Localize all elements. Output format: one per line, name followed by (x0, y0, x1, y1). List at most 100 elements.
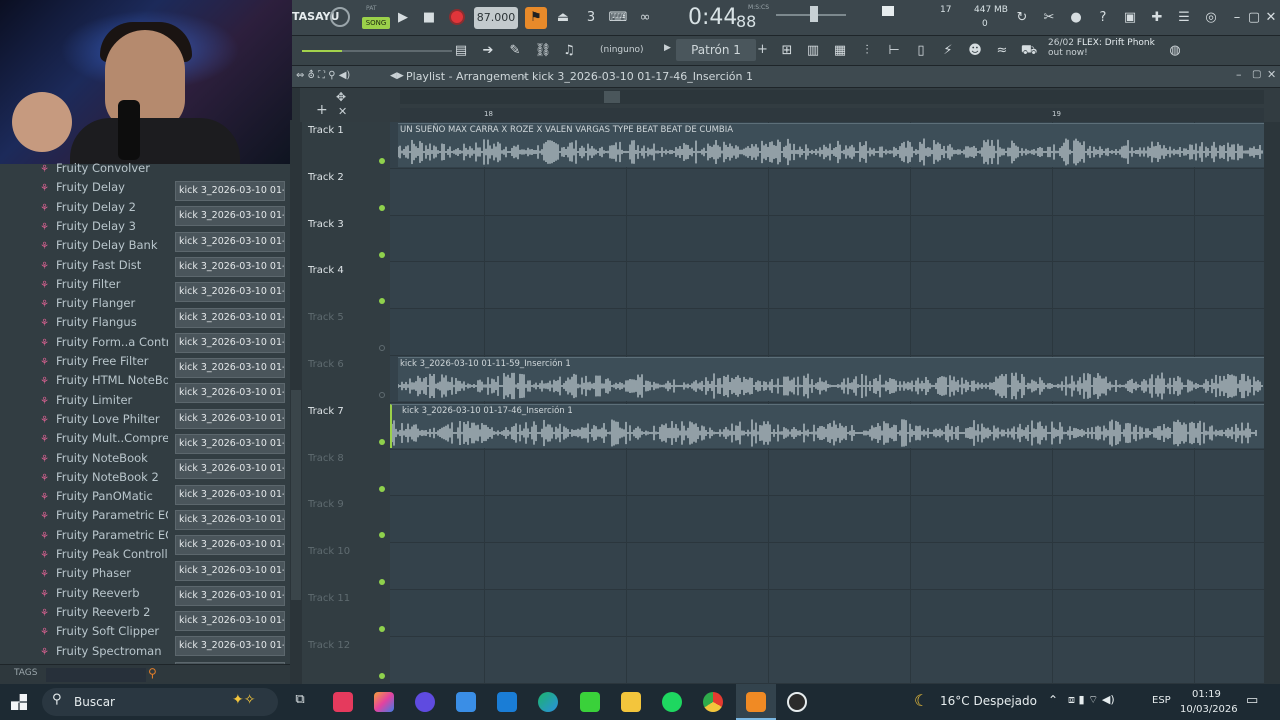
file-item[interactable]: kick 3_2026-03-10 01-04... (175, 206, 285, 227)
track-label[interactable]: Track 2 (308, 172, 344, 183)
person-icon[interactable]: ☻ (964, 40, 986, 62)
plugin-icon[interactable]: ✚ (1146, 7, 1168, 29)
plugin-item[interactable]: ⚘ Fruity Phaser (40, 564, 131, 583)
app-colorful-icon[interactable] (374, 692, 394, 712)
file-item[interactable]: kick 3_2026-03-10 01-05... (175, 256, 285, 277)
arrangement-grid[interactable]: UN SUEÑO MAX CARRA X ROZE X VALEN VARGAS… (390, 122, 1264, 684)
main-volume-slider[interactable] (302, 50, 452, 52)
file-item[interactable]: kick 3_2026-03-10 01-08... (175, 383, 285, 404)
weather-text[interactable]: 16°C Despejado (940, 694, 1037, 708)
chat-icon[interactable]: ◎ (1200, 7, 1222, 29)
file-item[interactable]: kick 3_2026-03-10 01-10... (175, 459, 285, 480)
plugin-item[interactable]: ⚘ Fruity HTML NoteBook (40, 371, 183, 390)
wait-record-icon[interactable]: ⏏ (552, 7, 574, 29)
track-row[interactable] (390, 262, 1264, 310)
tray-chevron-icon[interactable]: ⌃ (1048, 693, 1058, 707)
plugin-item[interactable]: ⚘ Fruity Free Filter (40, 352, 149, 371)
taskbar-search[interactable]: ⚲ Buscar ✦✧ (42, 688, 278, 716)
horizontal-scrollbar[interactable] (400, 90, 1264, 104)
audio-clip[interactable]: UN SUEÑO MAX CARRA X ROZE X VALEN VARGAS… (398, 123, 1264, 167)
arrow-icon[interactable]: ➔ (477, 40, 499, 62)
track-row[interactable] (390, 168, 1264, 216)
plugin-item[interactable]: ⚘ Fruity Parametric EQ 2 (40, 526, 185, 545)
file-item[interactable]: kick 3_2026-03-10 01-11... (175, 509, 285, 530)
plugin-item[interactable]: ⚘ Fruity Reeverb (40, 584, 140, 603)
plugin-item[interactable]: ⚘ Fruity Convolver (40, 159, 150, 178)
audio-clip[interactable]: kick 3_2026-03-10 01-11-59_Inserción 1 (398, 357, 1264, 401)
brush-icon[interactable]: ✎ (504, 40, 526, 62)
tempo-display[interactable]: 87.000 (474, 7, 518, 29)
plugin-item[interactable]: ⚘ Fruity Flanger (40, 294, 135, 313)
plug-icon[interactable]: ⚡ (937, 40, 959, 62)
pattern-breadcrumb[interactable]: kick 3_2026-03-10 01-17-46_Inserción 1 (532, 70, 753, 83)
cart-icon[interactable]: ⛟ (1018, 40, 1040, 62)
plugin-item[interactable]: ⚘ Fruity Peak Controller (40, 545, 180, 564)
track-mute-led[interactable] (379, 626, 385, 632)
track-label[interactable]: Track 7 (308, 406, 344, 417)
track-row[interactable] (390, 216, 1264, 263)
fl-studio-taskbar-item[interactable] (736, 684, 776, 720)
save-icon[interactable]: ▣ (1119, 7, 1141, 29)
mic-icon[interactable]: ● (1065, 7, 1087, 29)
file-item[interactable]: kick 3_2026-03-10 01-06... (175, 307, 285, 328)
plugin-item[interactable]: ⚘ Fruity Delay 3 (40, 217, 136, 236)
playlist-vscroll[interactable] (1264, 122, 1280, 684)
track-mute-led[interactable] (379, 672, 385, 679)
loop-record-icon[interactable]: ∞ (634, 7, 656, 29)
stop-icon[interactable]: ■ (418, 7, 440, 29)
plugin-item[interactable]: ⚘ Fruity Filter (40, 275, 120, 294)
track-mute-led[interactable] (379, 579, 385, 586)
record-button[interactable] (449, 9, 465, 25)
cortana-icon[interactable] (415, 692, 435, 712)
obs-icon[interactable] (787, 692, 807, 712)
file-explorer-icon[interactable] (621, 692, 641, 712)
track-mute-led[interactable] (379, 158, 385, 164)
language-indicator[interactable]: ESP (1152, 695, 1171, 706)
plugin-item[interactable]: ⚘ Fruity NoteBook 2 (40, 468, 159, 487)
file-item[interactable]: kick 3_2026-03-10 01-11... (175, 535, 285, 556)
spotify-icon[interactable] (662, 692, 682, 712)
playlist-max-icon[interactable]: ▢ (1252, 69, 1261, 80)
browser-scrollbar[interactable] (290, 120, 302, 684)
snap-icon[interactable]: ✥ (336, 90, 346, 104)
plugin-item[interactable]: ⚘ Fruity Parametric EQ (40, 506, 174, 525)
song-time-display[interactable]: 0:44 88 M:S:CS (684, 2, 770, 34)
link-icon[interactable]: ⛓ (532, 40, 554, 62)
step-edit-icon[interactable]: ⌨ (607, 7, 629, 29)
tiktok-icon[interactable] (333, 692, 353, 712)
plugin-item[interactable]: ⚘ Fruity Love Philter (40, 410, 160, 429)
store-icon[interactable] (456, 692, 476, 712)
help-icon[interactable]: ? (1092, 7, 1114, 29)
pattern-selector[interactable]: Patrón 1 (676, 39, 756, 61)
plugin-item[interactable]: ⚘ Fruity Delay 2 (40, 198, 136, 217)
playlist-close-icon[interactable]: ✕ (1267, 68, 1276, 81)
plugin-item[interactable]: ⚘ Fruity NoteBook (40, 449, 148, 468)
file-item[interactable]: kick 3_2026-03-10 01-09... (175, 408, 285, 429)
search-icon[interactable]: ⚲ (148, 666, 157, 680)
tray-icons[interactable]: ⧈ ▮ ⌔ ◀) (1068, 693, 1115, 707)
typing-keyboard-icon[interactable]: ♫ (558, 40, 580, 62)
outlook-icon[interactable] (497, 692, 517, 712)
file-item[interactable]: kick 3_2026-03-10 01-05... (175, 231, 285, 252)
plugin-item[interactable]: ⚘ Fruity Delay Bank (40, 236, 157, 255)
clear-icon[interactable]: ✕ (338, 105, 347, 118)
track-label[interactable]: Track 1 (308, 125, 344, 136)
tree-icon[interactable]: ⊢ (883, 40, 905, 62)
plugin-item[interactable]: ⚘ Fruity Limiter (40, 391, 132, 410)
cut-icon[interactable]: ✂ (1038, 7, 1060, 29)
track-mute-led[interactable] (379, 485, 385, 492)
timeline-ruler[interactable]: 18 19 (400, 108, 1264, 122)
track-row[interactable] (390, 590, 1264, 637)
step-sequencer-icon[interactable]: ▥ (802, 40, 824, 62)
settings-icon[interactable]: ☰ (1173, 7, 1195, 29)
track-label[interactable]: Track 9 (308, 499, 344, 510)
chrome-icon[interactable] (703, 692, 723, 712)
file-item[interactable]: kick 3_2026-03-10 01-11... (175, 484, 285, 505)
track-label[interactable]: Track 6 (308, 359, 344, 370)
song-mode-switch[interactable]: PAT SONG (362, 5, 390, 31)
track-row[interactable] (390, 636, 1264, 684)
pattern-prev-icon[interactable]: ▶ (664, 43, 671, 53)
play-icon[interactable]: ▶ (392, 7, 414, 29)
plugin-item[interactable]: ⚘ Fruity Spectroman (40, 642, 162, 661)
playlist-min-icon[interactable]: – (1236, 68, 1242, 81)
